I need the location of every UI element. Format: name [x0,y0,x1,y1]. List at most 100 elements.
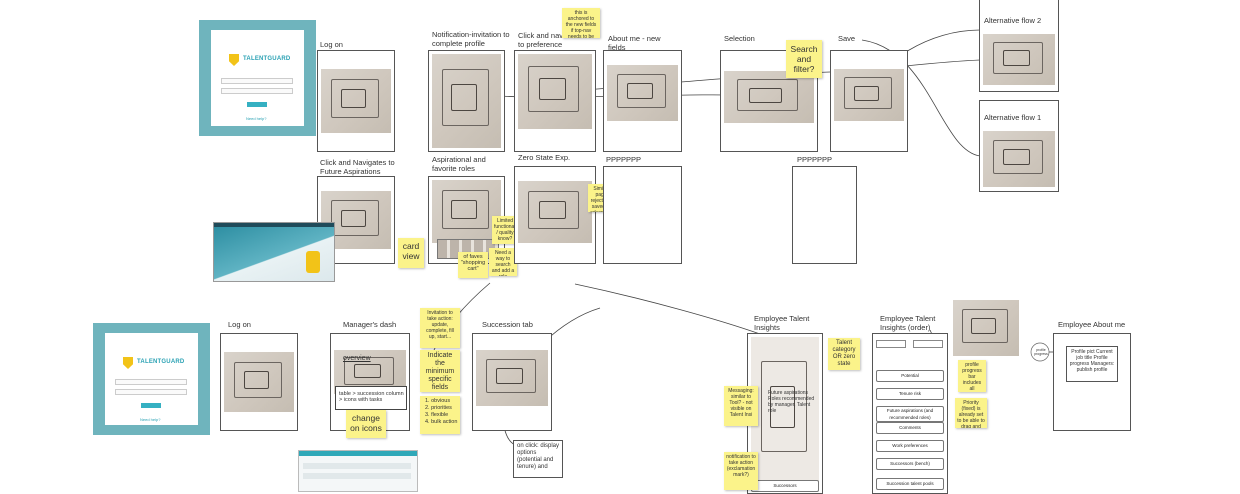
brand-shield-icon [229,54,239,66]
password-field[interactable] [115,389,187,395]
frame-emp-insights-order[interactable]: Potential Tenure risk Future aspirations… [872,333,948,494]
sticky-search-filter: Search and filter? [786,40,822,78]
label-click-navigates: Click and Navigates to Future Aspiration… [320,158,395,176]
label-pppp-1: PPPPPPP [606,155,642,164]
frame-zero-state[interactable] [514,166,596,264]
sticky-change-icons: change on icons [346,410,386,438]
label-notification: Notification-invitation to complete prof… [432,30,510,48]
list-item-3: 3. flexible [425,412,449,418]
sketch-photo [834,69,904,121]
frame-notification[interactable] [428,50,505,152]
sketch-photo [476,350,548,406]
sticky-anchored: this is anchored to the new fields if to… [562,8,600,38]
brand-shield-icon [123,357,133,369]
frame-pppp-2[interactable] [792,166,857,264]
list-item-2: 2. priorities [425,405,452,411]
brand-logo: TALENTGUARD [243,56,291,62]
dashboard-screenshot [298,450,418,492]
list-item-1: 1. obvious [425,398,451,404]
help-link[interactable]: Need help? [140,417,160,422]
frame-log-on-bottom[interactable] [220,333,298,431]
order-item[interactable]: Tenure risk [876,388,944,400]
label-succession-tab: Succession tab [482,320,533,329]
sticky-talent-category: Talent category OR zero state [828,338,860,370]
frame-alt-flow-2[interactable]: Alternative flow 2 [979,0,1059,92]
label-pppp-2: PPPPPPP [797,155,833,164]
frame-emp-insights[interactable]: Future aspirations Roles recommended by … [747,333,823,494]
order-item[interactable]: Successors (bench) [876,458,944,470]
sticky-card-view: card view [398,238,424,268]
insights-successors[interactable]: Successors [751,480,819,492]
frame-emp-about[interactable]: Profile pict Current job title Profile p… [1053,333,1131,431]
sketch-photo [518,54,592,129]
password-field[interactable] [221,88,293,94]
username-field[interactable] [115,379,187,385]
about-me-card: Profile pict Current job title Profile p… [1066,346,1118,382]
order-header [913,340,943,348]
sketch-photo [953,300,1019,356]
order-item[interactable]: Future aspirations (and recommended role… [876,406,944,422]
frame-click-nav[interactable] [514,50,596,152]
brand-logo: TALENTGUARD [137,359,185,365]
login-card: TALENTGUARD Need help? [105,333,198,425]
sketch-photo [607,65,678,121]
table-note-box: table > succession column > icons with t… [335,386,407,410]
photo-order-sketch [953,300,1019,356]
frame-pppp-1[interactable] [603,166,682,264]
label-alt-flow-2: Alternative flow 2 [984,16,1042,25]
login-card: TALENTGUARD Need help? [211,30,304,126]
sketch-photo [724,71,814,123]
sticky-priority-note: Priority (fixed) is already set to be ab… [955,398,987,428]
login-button[interactable] [247,102,267,107]
label-emp-about: Employee About me [1058,320,1126,329]
succession-note: on click: display options (potential and… [517,443,560,470]
sketch-photo [983,131,1055,187]
dashboard-row [303,463,411,469]
label-log-on-bottom: Log on [228,320,251,329]
frame-alt-flow-1[interactable]: Alternative flow 1 [979,100,1059,192]
label-managers-dash: Manager's dash [343,320,397,329]
overview-tab[interactable]: overview [343,355,371,362]
login-screenshot-bottom: TALENTGUARD Need help? [93,323,210,435]
sticky-invitation: Invitation to take action: update, compl… [420,308,460,348]
order-item[interactable]: Work preferences [876,440,944,452]
dashboard-row [303,473,411,479]
order-header [876,340,906,348]
frame-succession-tab[interactable] [472,333,552,431]
bubble-note: profile progress [1034,348,1048,356]
sketch-photo [321,69,391,133]
sketch-photo [432,54,501,148]
label-emp-insights: Employee Talent Insights [754,314,810,332]
label-aspirational: Aspirational and favorite roles [432,155,486,173]
label-save: Save [838,34,856,43]
desktop-screenshot [213,222,335,282]
dashboard-header-bar [299,451,417,456]
list-item-4: 4. bulk action [425,419,458,425]
label-selection: Selection [724,34,755,43]
frame-log-on[interactable] [317,50,395,152]
order-item[interactable]: Potential [876,370,944,382]
succession-note-box: on click: display options (potential and… [513,440,563,478]
sticky-priorities-list: 1. obvious 2. priorities 3. flexible 4. … [420,396,460,434]
sketch-photo [224,352,294,412]
sketch-photo [983,34,1055,85]
username-field[interactable] [221,78,293,84]
label-log-on: Log on [320,40,343,49]
sticky-messaging: Messaging: similar to Tool? - not visibl… [724,386,758,426]
sticky-notification-action: notification to take action (exclamation… [724,452,758,490]
login-button[interactable] [141,403,161,408]
taskbar [214,223,334,227]
desktop-figure-icon [306,251,320,273]
frame-save[interactable] [830,50,908,152]
sticky-need-way: Need a way to search and add a role [489,248,517,276]
sticky-profile-progress: profile progress bar includes all catego… [958,360,986,392]
frame-about-me[interactable] [603,50,682,152]
label-zero-state: Zero State Exp. [518,153,571,162]
help-link[interactable]: Need help? [246,116,266,121]
sticky-shopping-cart: of faves "shopping cart" [458,252,488,278]
sticky-indicate-min: Indicate the minimum specific fields [420,350,460,392]
order-item[interactable]: Comments [876,422,944,434]
label-click-nav: Click and nav to preference [518,31,564,49]
sketch-photo [432,180,501,243]
order-item[interactable]: Succession talent pools [876,478,944,490]
